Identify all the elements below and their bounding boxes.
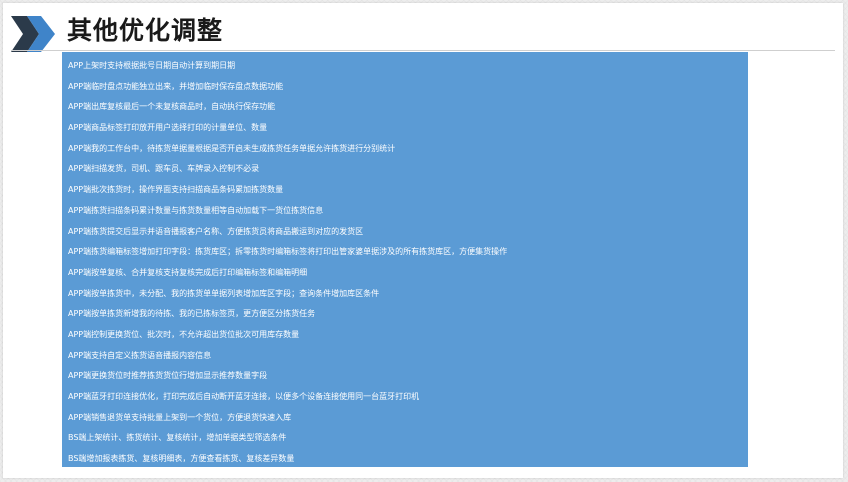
list-item: APP端商品标签打印放开用户选择打印的计量单位、数量 (68, 123, 268, 133)
list-item: APP端扫描发货，司机、跟车员、车牌录入控制不必录 (68, 164, 260, 174)
list-item: APP端出库复核最后一个未复核商品时，自动执行保存功能 (68, 102, 276, 112)
list-item: APP端临时盘点功能独立出来，并增加临时保存盘点数据功能 (68, 81, 284, 91)
optimization-list: APP上架时支持根据批号日期自动计算到期日期 APP端临时盘点功能独立出来，并增… (62, 52, 748, 470)
list-item: APP端按单拣货新增我的待拣、我的已拣标签页，更方便区分拣货任务 (68, 309, 316, 319)
list-item: APP端支持自定义拣货语音播报内容信息 (68, 350, 212, 360)
list-item: APP端更换货位时推荐拣货货位行增加显示推荐数量字段 (68, 371, 268, 381)
list-item: APP端按单复核、合并复核支持复核完成后打印编箱标签和编箱明细 (68, 267, 308, 277)
list-item: APP端销售退货单支持批量上架到一个货位，方便退货快速入库 (68, 412, 292, 422)
list-item: APP端蓝牙打印连接优化，打印完成后自动断开蓝牙连接，以便多个设备连接使用同一台… (68, 392, 420, 401)
list-item: APP端控制更换货位、批次时，不允许超出货位批次可用库存数量 (68, 329, 300, 339)
list-item: APP端拣货编箱标签增加打印字段：拣货库区；拆零拣货时编箱标签将打印出管家婆单据… (68, 247, 508, 257)
double-chevron-icon (11, 16, 55, 52)
list-item: APP端拣货扫描条码累计数量与拣货数量相等自动加载下一货位拣货信息 (68, 205, 324, 215)
slide: 其他优化调整 APP上架时支持根据批号日期自动计算到期日期 APP端临时盘点功能… (3, 3, 843, 478)
list-item: APP上架时支持根据批号日期自动计算到期日期 (68, 61, 236, 70)
title-divider (11, 50, 835, 51)
list-item: APP端拣货提交后显示并语音播报客户名称、方便拣货员将商品搬运到对应的发货区 (68, 226, 364, 236)
list-item: APP端按单拣货中，未分配、我的拣货单单据列表增加库区字段；查询条件增加库区条件 (68, 288, 380, 298)
list-item: APP端我的工作台中，待拣货单据量根据是否开启未生成拣货任务单据允许拣货进行分别… (68, 143, 396, 153)
content-box: APP上架时支持根据批号日期自动计算到期日期 APP端临时盘点功能独立出来，并增… (62, 52, 748, 467)
list-item: BS端上架统计、拣货统计、复核统计，增加单据类型筛选条件 (68, 433, 287, 443)
list-item: APP端批次拣货时，操作界面支持扫描商品条码累加拣货数量 (68, 185, 284, 195)
page-title: 其他优化调整 (67, 16, 224, 45)
list-item: BS端增加报表拣货、复核明细表，方便查看拣货、复核差异数量 (68, 454, 295, 464)
